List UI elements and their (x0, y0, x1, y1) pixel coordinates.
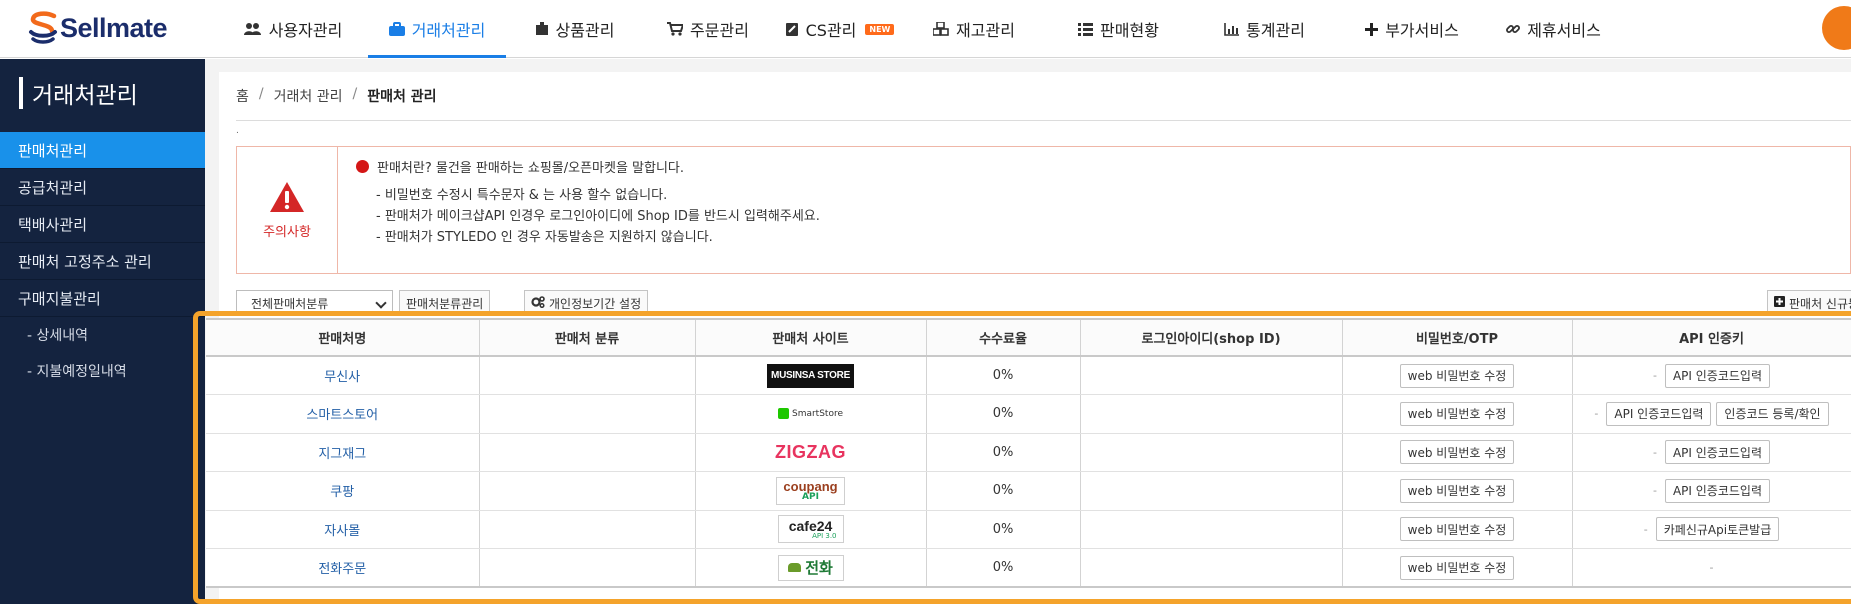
button-label: 개인정보기간 설정 (549, 296, 642, 311)
chevron-down-icon (375, 297, 387, 309)
edit-icon (785, 22, 799, 36)
sidebar-subitem-details[interactable]: - 상세내역 (0, 317, 205, 353)
highlight-frame (193, 311, 1851, 604)
nav-label: CS관리 (805, 21, 857, 40)
user-avatar[interactable] (1822, 6, 1851, 50)
notice-label-cell: 주의사항 (237, 147, 338, 273)
new-badge: NEW (865, 23, 895, 35)
nav-cs[interactable]: CS관리 NEW (773, 0, 907, 58)
nav-label: 주문관리 (690, 21, 749, 40)
briefcase-icon (388, 22, 405, 36)
nav-affiliate[interactable]: 제휴서비스 (1491, 0, 1616, 58)
breadcrumb-separator: / (352, 86, 358, 102)
nav-label: 통계관리 (1246, 21, 1305, 40)
gears-icon (531, 295, 545, 311)
notice-headline: 판매처란? 물건을 판매하는 쇼핑몰/오픈마켓을 말합니다. (377, 160, 685, 176)
notice-label: 주의사항 (263, 224, 311, 240)
sidebar-item-supplier[interactable]: 공급처관리 (0, 169, 205, 206)
sidebar-menu: 판매처관리 공급처관리 택배사관리 판매처 고정주소 관리 구매지불관리 - 상… (0, 132, 205, 389)
nav-label: 거래처관리 (411, 21, 486, 40)
button-label: 판매처분류관리 (406, 296, 484, 311)
sellmate-s-icon (29, 11, 57, 44)
brand-name: Sellmate (60, 12, 168, 43)
button-label: 판매처 신규등 (1789, 296, 1851, 311)
marker-dot: . (236, 126, 239, 136)
nav-partners[interactable]: 거래처관리 (368, 0, 506, 58)
box-icon (535, 22, 549, 36)
plus-icon (1365, 22, 1379, 36)
sidebar-item-courier[interactable]: 택배사관리 (0, 206, 205, 243)
breadcrumb-current: 판매처 관리 (367, 89, 437, 105)
sellmate-logo[interactable]: Sellmate (28, 8, 168, 48)
nav-statistics[interactable]: 통계관리 (1196, 0, 1333, 58)
nav-users[interactable]: 사용자관리 (218, 0, 368, 58)
notice-line: - 비밀번호 수정시 특수문자 & 는 사용 할수 없습니다. (376, 188, 668, 203)
warning-icon (269, 181, 305, 217)
notice-headline-row: 판매처란? 물건을 판매하는 쇼핑몰/오픈마켓을 말합니다. (356, 155, 820, 177)
top-nav: Sellmate 사용자관리 거래처관리 상품관리 주문관리 CS관리 NEW … (0, 0, 1851, 58)
list-icon (1078, 22, 1094, 36)
nav-inventory[interactable]: 재고관리 (907, 0, 1041, 58)
breadcrumb-section[interactable]: 거래처 관리 (274, 86, 343, 106)
users-icon (243, 22, 262, 36)
plus-square-icon (1774, 296, 1785, 310)
sidebar-title: 거래처관리 (19, 77, 138, 109)
nav-orders[interactable]: 주문관리 (643, 0, 773, 58)
breadcrumb-home[interactable]: 홈 (236, 86, 249, 106)
breadcrumb-separator: / (258, 86, 264, 102)
sidebar-subitem-payment-schedule[interactable]: - 지불예정일내역 (0, 353, 205, 389)
nav-label: 제휴서비스 (1527, 21, 1601, 40)
nav-label: 부가서비스 (1385, 21, 1459, 40)
select-value: 전체판매처분류 (251, 296, 329, 311)
notice-body: 판매처란? 물건을 판매하는 쇼핑몰/오픈마켓을 말합니다. - 비밀번호 수정… (356, 155, 820, 246)
notice-line: - 판매처가 메이크샵API 인경우 로그인아이디에 Shop ID를 반드시 … (376, 209, 820, 224)
sidebar: 거래처관리 판매처관리 공급처관리 택배사관리 판매처 고정주소 관리 구매지불… (0, 59, 205, 604)
sidebar-item-fixed-address[interactable]: 판매처 고정주소 관리 (0, 243, 205, 280)
nav-label: 사용자관리 (268, 21, 343, 40)
cart-icon (667, 22, 684, 36)
breadcrumb: 홈 / 거래처 관리 / 판매처 관리 (236, 86, 436, 106)
cubes-icon (933, 22, 949, 36)
notice-box: 주의사항 판매처란? 물건을 판매하는 쇼핑몰/오픈마켓을 말합니다. - 비밀… (236, 146, 1851, 274)
sidebar-item-seller[interactable]: 판매처관리 (0, 132, 205, 169)
bar-chart-icon (1224, 22, 1240, 36)
notice-line: - 판매처가 STYLEDO 인 경우 자동발송은 지원하지 않습니다. (376, 230, 713, 245)
divider (236, 120, 1851, 121)
main-menu: 사용자관리 거래처관리 상품관리 주문관리 CS관리 NEW 재고관리 판매현황 (218, 0, 1616, 58)
nav-label: 상품관리 (555, 21, 615, 40)
nav-extra-services[interactable]: 부가서비스 (1333, 0, 1491, 58)
nav-label: 판매현황 (1100, 21, 1159, 40)
link-icon (1506, 22, 1521, 36)
nav-products[interactable]: 상품관리 (506, 0, 643, 58)
nav-sales-status[interactable]: 판매현황 (1041, 0, 1196, 58)
red-dot-icon (356, 159, 369, 173)
nav-label: 재고관리 (956, 21, 1015, 40)
sidebar-item-purchase-payment[interactable]: 구매지불관리 (0, 280, 205, 317)
